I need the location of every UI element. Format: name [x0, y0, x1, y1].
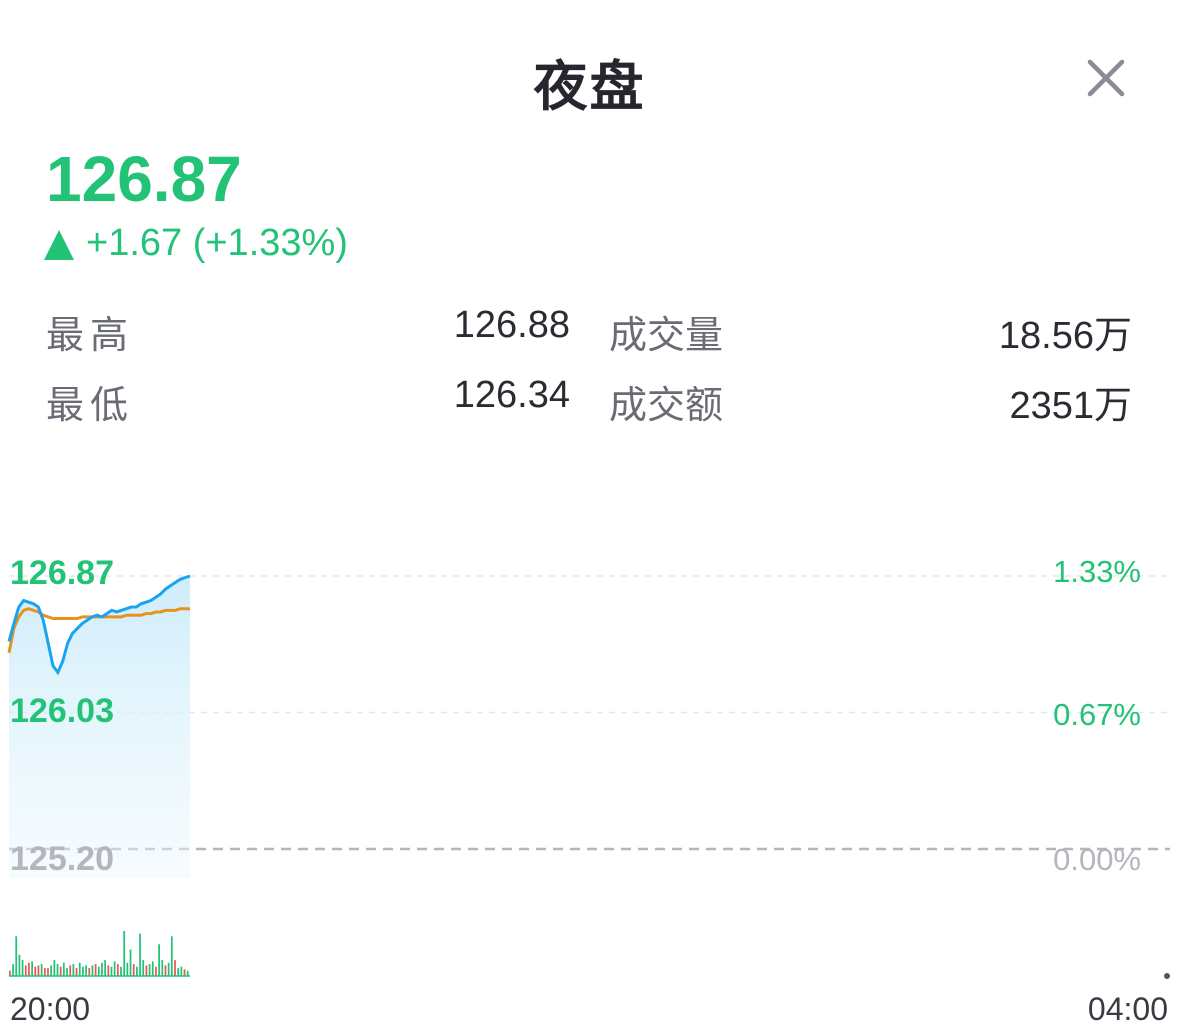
chart-end-dot	[1164, 973, 1170, 979]
volume-bar	[15, 936, 18, 976]
stat-row-low: 最低 126.34 成交额 2351万	[46, 374, 1132, 427]
volume-bar	[69, 965, 72, 976]
y-left-tick-top: 126.87	[10, 554, 114, 592]
volume-bar	[164, 965, 167, 976]
stat-label-high: 最高	[46, 315, 135, 357]
volume-bar	[136, 966, 138, 976]
stat-value-low: 126.34	[453, 374, 570, 416]
page-title: 夜盘	[533, 55, 646, 118]
stat-row-high: 最高 126.88 成交量 18.56万	[46, 304, 1132, 357]
volume-bar	[97, 966, 100, 976]
volume-bar	[24, 965, 27, 976]
volume-bar	[12, 964, 14, 976]
intraday-chart[interactable]: 126.87 126.03 125.20 1.33% 0.67% 0.00% 2…	[0, 540, 1179, 1024]
volume-bar	[34, 966, 37, 976]
volume-bar	[66, 968, 68, 976]
volume-bar	[53, 960, 56, 976]
x-tick-start: 20:00	[10, 991, 90, 1024]
volume-bar	[104, 960, 107, 976]
volume-bar	[75, 968, 78, 976]
volume-bar	[88, 968, 91, 976]
volume-bar	[50, 965, 53, 976]
volume-bar	[167, 962, 170, 976]
volume-bar	[110, 966, 113, 976]
volume-bar	[177, 968, 180, 976]
volume-bar	[43, 968, 46, 976]
stat-value-high: 126.88	[453, 304, 570, 346]
volume-bar	[116, 964, 119, 976]
volume-bar	[145, 965, 148, 976]
volume-bar	[174, 960, 176, 976]
volume-bar	[62, 962, 65, 976]
stat-value-turnover: 2351万	[1009, 385, 1132, 427]
volume-bar	[155, 966, 157, 976]
volume-bar	[180, 966, 183, 976]
y-right-tick-mid: 0.67%	[1053, 697, 1141, 732]
volume-bar	[78, 962, 81, 976]
volume-bar	[186, 970, 189, 976]
triangle-up-icon	[44, 229, 74, 260]
volume-bar	[31, 961, 33, 976]
y-right-tick-base: 0.00%	[1053, 842, 1141, 877]
volume-bar	[107, 965, 110, 976]
y-left-tick-mid: 126.03	[10, 692, 114, 730]
volume-bar	[123, 931, 126, 976]
volume-bar	[151, 961, 154, 976]
volume-bar	[148, 964, 151, 976]
volume-bar	[113, 961, 116, 976]
volume-bar	[139, 933, 141, 976]
volume-bar	[40, 964, 43, 976]
price-change: +1.67 (+1.33%)	[44, 222, 348, 265]
volume-bar	[28, 962, 30, 976]
price-change-text: +1.67 (+1.33%)	[86, 222, 348, 264]
close-icon	[1087, 59, 1125, 97]
volume-bar	[47, 968, 49, 976]
volume-bar	[21, 960, 24, 976]
stat-value-volume: 18.56万	[998, 315, 1132, 357]
volume-bar	[56, 964, 59, 976]
stat-label-low: 最低	[46, 385, 135, 427]
volume-bar	[142, 960, 145, 976]
stat-label-volume: 成交量	[609, 315, 724, 357]
volume-bar	[9, 970, 11, 976]
volume-bar	[18, 954, 21, 976]
volume-bar	[170, 936, 173, 976]
y-right-tick-top: 1.33%	[1053, 554, 1141, 589]
volume-bars	[9, 931, 190, 977]
last-price: 126.87	[46, 143, 242, 215]
volume-bar	[91, 965, 94, 976]
volume-bar	[129, 949, 132, 976]
volume-bar	[158, 944, 160, 976]
volume-bar	[59, 966, 62, 976]
volume-bar	[72, 964, 75, 976]
volume-bar	[126, 962, 129, 976]
y-left-tick-base: 125.20	[10, 840, 114, 878]
stat-label-turnover: 成交额	[609, 385, 724, 427]
volume-bar	[132, 964, 135, 976]
volume-bar	[85, 965, 87, 976]
volume-bar	[183, 969, 186, 976]
close-button[interactable]	[1082, 54, 1130, 102]
volume-bar	[120, 966, 122, 976]
volume-bar	[161, 960, 164, 976]
volume-bar	[82, 966, 84, 976]
volume-bar	[37, 965, 40, 976]
volume-bar	[94, 964, 97, 976]
x-tick-end: 04:00	[1088, 991, 1168, 1024]
volume-bar	[101, 962, 103, 976]
